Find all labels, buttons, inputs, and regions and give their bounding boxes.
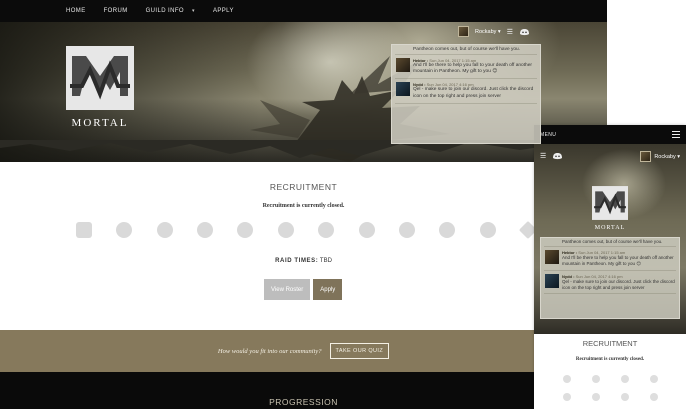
shout-text: And I'll be there to help you fall to yo… [562,255,674,266]
shout-message: Nydd • Sun Jun 04, 2017 4:16 pm Qel - ma… [544,271,676,295]
logo-m-icon [66,46,134,110]
shout-message: Hektor • Sun Jun 04, 2017 1:15 am And I'… [395,55,537,80]
raid-times: RAID TIMES: TBD [0,258,607,264]
class-icon [398,222,415,238]
nav-forum[interactable]: FORUM [104,8,128,14]
shoutbox: Pantheon comes out, but of course we'll … [391,44,541,144]
class-icon [562,375,571,383]
avatar [545,250,559,264]
discord-icon[interactable] [519,28,530,36]
raid-times-value: TBD [319,258,332,264]
shout-partial-message: Pantheon comes out, but of course we'll … [544,239,676,247]
shout-text: And I'll be there to help you fall to yo… [413,63,532,75]
nav-apply[interactable]: APPLY [213,8,234,14]
class-icon [116,222,133,238]
raid-times-label: RAID TIMES: [275,258,319,264]
class-icon-row [76,220,538,240]
guild-logo[interactable]: MORTAL [66,46,134,129]
mobile-view: MENU ☰ Rockaby ▾ MORTAL Pantheon comes o… [534,125,686,409]
mobile-top-bar: MENU [534,125,686,144]
avatar [396,82,410,97]
shout-partial-message: Pantheon comes out, but of course we'll … [395,47,537,55]
mobile-hero: ☰ Rockaby ▾ MORTAL Pantheon comes out, b… [534,144,686,334]
nav-home[interactable]: HOME [66,8,86,14]
mobile-user: Rockaby ▾ [640,151,680,162]
menu-list-icon[interactable]: ☰ [540,152,546,160]
take-quiz-button[interactable]: TAKE OUR QUIZ [329,343,390,359]
user-bar: Rockaby ▾ ☰ [458,26,530,37]
hamburger-icon[interactable] [672,131,680,138]
progression-section: PROGRESSION [0,372,607,409]
avatar [545,273,559,288]
nav-guild-info-label: GUILD INFO [145,8,184,14]
class-icon [277,222,294,238]
chevron-down-icon: ▾ [192,8,195,14]
view-roster-button[interactable]: View Roster [264,279,311,300]
class-icon [649,375,658,383]
recruitment-status: Recruitment is currently closed. [575,357,645,362]
class-icon [649,393,658,401]
class-icon [237,222,254,238]
class-icon [76,222,92,238]
class-icon [620,393,629,401]
shout-text: Qel - make sure to join our discord. Jus… [413,87,534,99]
recruitment-status: Recruitment is currently closed. [262,203,345,209]
shout-time: Sun Jun 04, 2017 4:16 pm [575,273,623,279]
class-icon [591,393,600,401]
class-icon [197,222,214,238]
avatar[interactable] [458,26,469,37]
class-icon [358,222,375,238]
guild-logo[interactable]: MORTAL [592,186,628,231]
quiz-banner: How would you fit into our community? TA… [0,330,607,372]
class-icon-grid [552,375,668,401]
menu-label[interactable]: MENU [540,132,556,138]
menu-list-icon[interactable]: ☰ [507,28,513,36]
desktop-view: HOME FORUM GUILD INFO ▾ APPLY MORTAL Roc… [0,0,607,409]
avatar [396,58,410,72]
logo-m-icon [592,186,628,220]
shout-author[interactable]: Nydd [562,274,572,279]
recruitment-title: RECRUITMENT [269,182,338,192]
progression-title: PROGRESSION [269,397,338,407]
username-dropdown[interactable]: Rockaby ▾ [475,29,501,35]
mobile-toolbar: ☰ [540,152,563,160]
class-icon [439,222,456,238]
class-icon [591,375,600,383]
recruitment-actions: View Roster Apply [264,279,343,300]
avatar[interactable] [640,151,652,162]
logo-wordmark: MORTAL [594,225,626,231]
shout-text: Qel - make sure to join our discord. Jus… [562,278,675,290]
top-navigation: HOME FORUM GUILD INFO ▾ APPLY [0,0,607,22]
recruitment-title: RECRUITMENT [582,339,638,348]
shout-message: Nydd • Sun Jun 04, 2017 4:16 pm Qel - ma… [395,79,537,104]
discord-icon[interactable] [552,152,563,160]
apply-button[interactable]: Apply [313,279,343,300]
class-icon [620,375,629,383]
class-icon [479,222,496,238]
logo-wordmark: MORTAL [71,117,129,129]
quiz-question: How would you fit into our community? [217,347,322,355]
username-dropdown[interactable]: Rockaby ▾ [654,154,680,160]
nav-guild-info[interactable]: GUILD INFO ▾ [146,8,195,14]
shout-message: Hektor • Sun Jun 04, 2017 1:15 am And I'… [544,247,676,271]
class-icon [562,393,571,401]
class-icon [156,222,173,238]
class-icon [318,222,335,238]
shoutbox: Pantheon comes out, but of course we'll … [540,237,680,319]
